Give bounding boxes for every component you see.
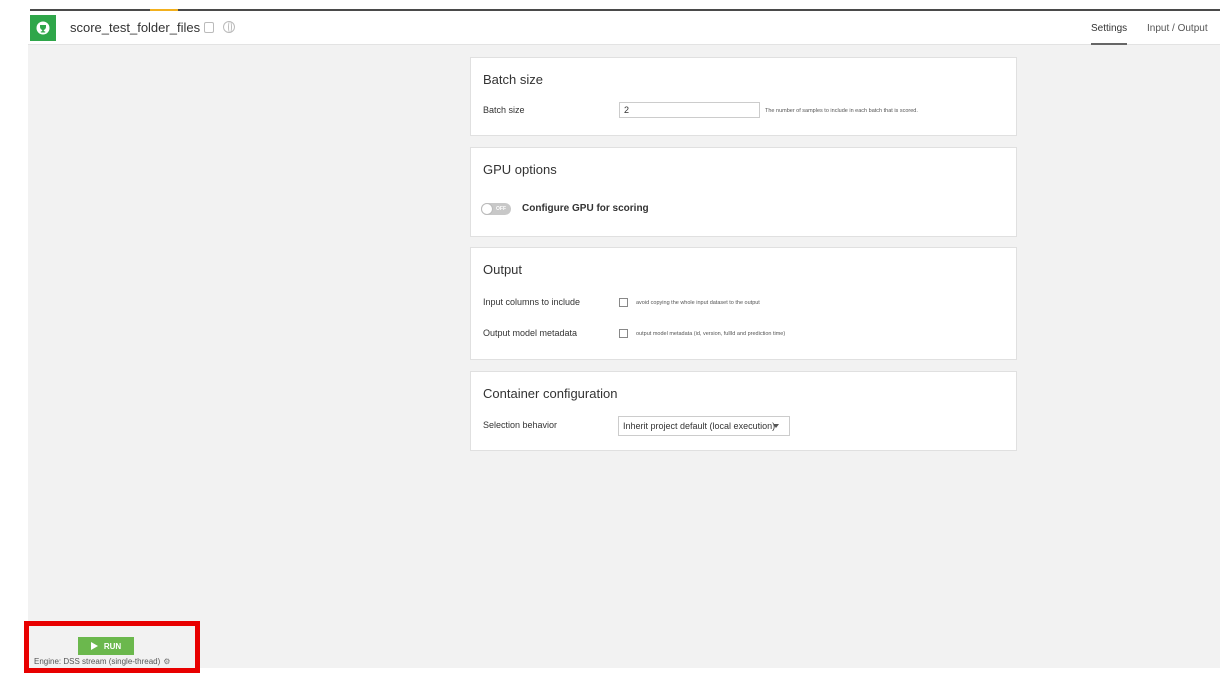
globe-icon[interactable] — [223, 21, 235, 33]
section-title-container-configuration: Container configuration — [483, 386, 618, 401]
batch-size-section: Batch size Batch size The number of samp… — [470, 57, 1017, 136]
input-columns-checkbox[interactable] — [619, 298, 628, 307]
container-configuration-section: Container configuration Selection behavi… — [470, 371, 1017, 451]
output-metadata-label: Output model metadata — [483, 328, 578, 338]
engine-label: Engine: DSS stream (single-thread) — [34, 657, 161, 666]
gpu-toggle[interactable]: OFF — [481, 203, 511, 215]
batch-size-input[interactable] — [619, 102, 760, 118]
configure-gpu-label[interactable]: Configure GPU for scoring — [522, 203, 649, 214]
output-section: Output Input columns to include avoid co… — [470, 247, 1017, 360]
batch-size-label: Batch size — [483, 105, 525, 115]
caret-down-icon — [773, 424, 779, 428]
gpu-options-section: GPU options OFF Configure GPU for scorin… — [470, 147, 1017, 237]
section-title-batch-size: Batch size — [483, 72, 543, 87]
trophy-icon — [30, 15, 56, 41]
toggle-knob — [481, 203, 493, 215]
selection-behavior-label: Selection behavior — [483, 420, 558, 430]
input-columns-checkbox-label[interactable]: avoid copying the whole input dataset to… — [636, 300, 760, 306]
tab-settings[interactable]: Settings — [1091, 23, 1128, 45]
selection-behavior-select[interactable]: Inherit project default (local execution… — [618, 416, 790, 436]
toggle-state-text: OFF — [496, 206, 506, 212]
recipe-settings-panel: Batch size Batch size The number of samp… — [28, 45, 1220, 668]
section-title-gpu-options: GPU options — [483, 162, 557, 177]
tab-input-output[interactable]: Input / Output — [1147, 23, 1208, 34]
play-icon — [90, 642, 98, 650]
recipe-title[interactable]: score_test_folder_files — [70, 20, 200, 35]
gear-icon[interactable]: ⚙ — [163, 657, 170, 666]
copy-icon[interactable] — [204, 22, 214, 33]
run-label: RUN — [103, 641, 122, 651]
recipe-header: score_test_folder_files Settings Input /… — [28, 11, 1220, 45]
run-button[interactable]: RUN — [78, 637, 134, 655]
selection-behavior-value: Inherit project default (local execution… — [623, 421, 776, 431]
input-columns-label: Input columns to include — [483, 297, 581, 307]
engine-info[interactable]: Engine: DSS stream (single-thread) ⚙ — [34, 657, 170, 666]
output-metadata-checkbox-label[interactable]: output model metadata (id, version, full… — [636, 331, 785, 337]
batch-size-help: The number of samples to include in each… — [765, 108, 918, 114]
section-title-output: Output — [483, 262, 523, 277]
output-metadata-checkbox[interactable] — [619, 329, 628, 338]
